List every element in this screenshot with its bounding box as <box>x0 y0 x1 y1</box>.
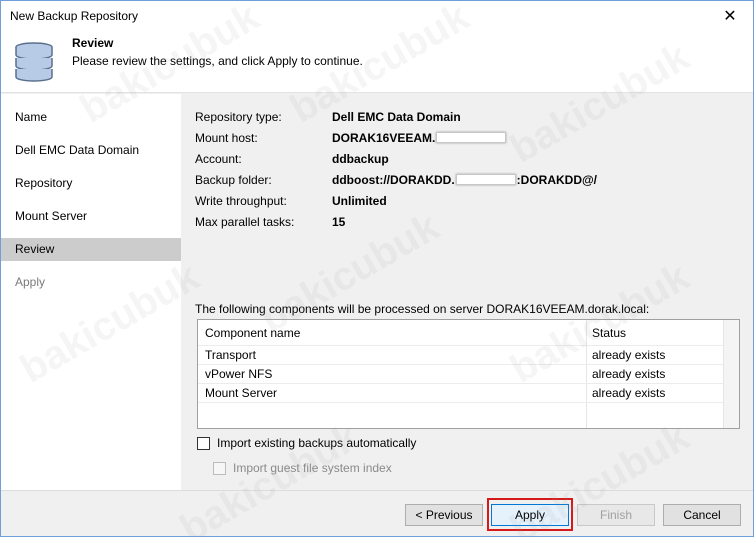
wizard-steps-sidebar: Name Dell EMC Data Domain Repository Mou… <box>1 94 181 490</box>
row-separator <box>198 364 725 365</box>
close-button[interactable]: ✕ <box>707 1 753 31</box>
table-row-status[interactable]: already exists <box>592 367 665 381</box>
components-table[interactable]: Component name Status Transport already … <box>197 319 740 429</box>
finish-button: Finish <box>577 504 655 526</box>
import-index-option: Import guest file system index <box>213 461 392 475</box>
apply-button[interactable]: Apply <box>491 504 569 526</box>
column-separator <box>586 320 587 428</box>
sidebar-step-data-domain[interactable]: Dell EMC Data Domain <box>1 139 181 162</box>
database-repository-icon <box>15 42 53 82</box>
header-separator <box>198 345 725 346</box>
repository-type-label: Repository type: <box>195 110 282 124</box>
table-row-component[interactable]: vPower NFS <box>205 367 272 381</box>
write-throughput-value: Unlimited <box>332 194 387 208</box>
backup-folder-suffix: :DORAKDD@/ <box>516 173 598 187</box>
table-row-component[interactable]: Mount Server <box>205 386 277 400</box>
backup-folder-prefix: ddboost://DORAKDD. <box>332 173 455 187</box>
step-title: Review <box>72 36 114 50</box>
import-backups-checkbox[interactable] <box>197 436 210 450</box>
mount-host-value: DORAK16VEEAM. <box>332 131 507 145</box>
components-caption: The following components will be process… <box>195 302 650 316</box>
max-parallel-tasks-label: Max parallel tasks: <box>195 215 295 229</box>
sidebar-step-apply: Apply <box>15 275 46 289</box>
backup-repository-wizard-window: New Backup Repository ✕ Review Please re… <box>0 0 754 537</box>
import-index-checkbox <box>213 461 226 475</box>
backup-folder-value: ddboost://DORAKDD. :DORAKDD@/ <box>332 173 597 187</box>
close-icon: ✕ <box>723 8 737 25</box>
table-row-status[interactable]: already exists <box>592 386 665 400</box>
import-backups-label: Import existing backups automatically <box>217 436 417 450</box>
previous-button[interactable]: < Previous <box>405 504 483 526</box>
row-separator <box>198 402 725 403</box>
review-content: Repository type: Dell EMC Data Domain Mo… <box>182 94 753 490</box>
table-row-component[interactable]: Transport <box>205 348 256 362</box>
redacted-box <box>436 132 507 143</box>
write-throughput-label: Write throughput: <box>195 194 287 208</box>
sidebar-step-name[interactable]: Name <box>1 106 181 129</box>
account-label: Account: <box>195 152 242 166</box>
sidebar-step-repository[interactable]: Repository <box>1 172 181 195</box>
window-title: New Backup Repository <box>10 9 139 23</box>
max-parallel-tasks-value: 15 <box>332 215 346 229</box>
account-value: ddbackup <box>332 152 389 166</box>
wizard-footer: < Previous Apply Finish Cancel <box>1 490 753 536</box>
import-backups-option[interactable]: Import existing backups automatically <box>197 436 416 450</box>
repository-type-value: Dell EMC Data Domain <box>332 110 461 124</box>
cancel-button[interactable]: Cancel <box>663 504 741 526</box>
row-separator <box>198 383 725 384</box>
wizard-header: Review Please review the settings, and c… <box>1 31 753 93</box>
title-bar: New Backup Repository ✕ <box>1 1 753 31</box>
backup-folder-label: Backup folder: <box>195 173 272 187</box>
sidebar-step-review[interactable]: Review <box>1 238 181 261</box>
column-header-component-name[interactable]: Component name <box>205 326 300 340</box>
table-scrollbar[interactable] <box>723 320 739 428</box>
step-description: Please review the settings, and click Ap… <box>72 54 363 68</box>
mount-host-text: DORAK16VEEAM. <box>332 131 436 145</box>
column-header-status[interactable]: Status <box>592 326 626 340</box>
redacted-box <box>455 174 516 185</box>
import-index-label: Import guest file system index <box>233 461 392 475</box>
mount-host-label: Mount host: <box>195 131 258 145</box>
sidebar-step-mount-server[interactable]: Mount Server <box>1 205 181 228</box>
table-row-status[interactable]: already exists <box>592 348 665 362</box>
